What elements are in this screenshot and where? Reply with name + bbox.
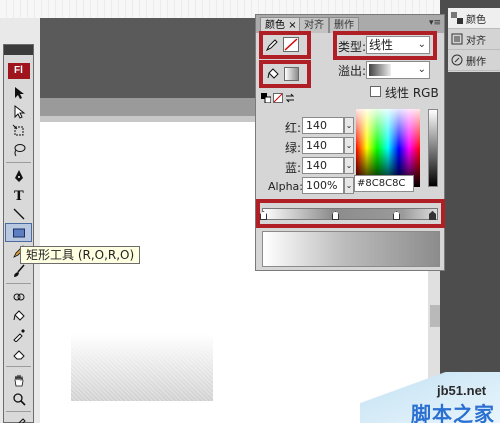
stroke-highlight: [259, 31, 311, 59]
side-tab-transform[interactable]: 删作: [448, 50, 500, 71]
rectangle-icon[interactable]: [5, 223, 32, 242]
subselect-icon[interactable]: [5, 102, 32, 121]
overflow-label: 溢出:: [338, 64, 367, 78]
chevron-down-icon: ⌄: [417, 64, 426, 75]
panel-menu-icon[interactable]: ▾≡: [429, 18, 441, 28]
paint-bucket-icon[interactable]: [5, 306, 32, 325]
linear-rgb-checkbox[interactable]: [370, 86, 381, 97]
side-tab-color[interactable]: 颜色: [448, 8, 500, 29]
align-icon: [451, 33, 463, 45]
green-input[interactable]: 140: [302, 137, 344, 154]
collapsed-panel-tabs: 颜色 对齐 删作: [448, 8, 500, 72]
arrow-icon[interactable]: [5, 83, 32, 102]
side-tab-label: 删作: [466, 56, 486, 68]
watermark-name: 脚本之家: [411, 402, 495, 423]
gradient-rectangle-shape[interactable]: [71, 334, 213, 401]
eraser-icon[interactable]: [5, 344, 32, 363]
tool-separator: [6, 411, 31, 412]
hex-input[interactable]: #8C8C8C: [354, 175, 414, 192]
type-highlight: [333, 31, 437, 60]
tool-separator: [6, 283, 31, 284]
tool-separator: [6, 366, 31, 367]
red-input[interactable]: 140: [302, 117, 344, 134]
text-icon[interactable]: T: [5, 185, 32, 204]
linear-rgb-label: 线性 RGB: [385, 86, 439, 100]
line-icon[interactable]: [5, 204, 32, 223]
deco-icon[interactable]: [5, 287, 32, 306]
blue-input[interactable]: 140: [302, 157, 344, 174]
red-stepper[interactable]: ⌄: [344, 117, 354, 134]
side-tab-label: 颜色: [466, 14, 486, 26]
tab-label: 颜色: [265, 20, 285, 31]
tools-panel: Fl T: [3, 44, 34, 423]
blue-stepper[interactable]: ⌄: [344, 157, 354, 174]
lasso-icon[interactable]: [5, 140, 32, 159]
overflow-preview: [369, 64, 391, 76]
side-tab-label: 对齐: [466, 35, 486, 47]
swap-icon[interactable]: [285, 93, 295, 103]
hand-icon[interactable]: [5, 370, 32, 389]
gradient-bar-highlight: [256, 199, 445, 228]
panel-grip[interactable]: [4, 45, 33, 55]
black-white-icon[interactable]: [261, 93, 271, 103]
alpha-label: Alpha:: [268, 180, 303, 193]
tool-separator: [6, 162, 31, 163]
pen-icon[interactable]: [5, 166, 32, 185]
swap-colors-group: [261, 93, 295, 103]
green-stepper[interactable]: ⌄: [344, 137, 354, 154]
transform-icon: [451, 54, 463, 66]
close-icon[interactable]: ×: [288, 20, 296, 31]
no-color-icon[interactable]: [273, 93, 283, 103]
eyedropper-icon[interactable]: [5, 325, 32, 344]
stroke-pencil-icon[interactable]: [5, 415, 32, 423]
alpha-input[interactable]: 100%: [302, 177, 344, 194]
zoom-icon[interactable]: [5, 389, 32, 408]
blue-label: 蓝:: [285, 161, 302, 175]
color-panel: 颜色 × 对齐 删作 ▾≡ 类型: 线性 ⌄ 溢出: ⌄ 线性 RGB 红: 1…: [255, 14, 445, 271]
free-transform-icon[interactable]: [5, 121, 32, 140]
color-palette-icon: [451, 12, 463, 24]
spectrum-overlay: [356, 109, 420, 149]
gradient-preview: [262, 231, 440, 267]
green-label: 绿:: [285, 141, 302, 155]
red-label: 红:: [285, 121, 302, 135]
alpha-stepper[interactable]: ⌄: [344, 177, 354, 194]
side-tab-align[interactable]: 对齐: [448, 29, 500, 50]
watermark-url: jb51.net: [437, 383, 487, 398]
brightness-slider[interactable]: [428, 109, 438, 187]
overflow-dropdown[interactable]: ⌄: [366, 61, 430, 79]
fill-highlight: [259, 60, 311, 88]
svg-text:T: T: [14, 189, 24, 202]
tool-tooltip: 矩形工具 (R,O,R,O): [20, 246, 141, 264]
flash-logo: Fl: [7, 63, 30, 79]
scrollbar-thumb[interactable]: [430, 305, 440, 327]
